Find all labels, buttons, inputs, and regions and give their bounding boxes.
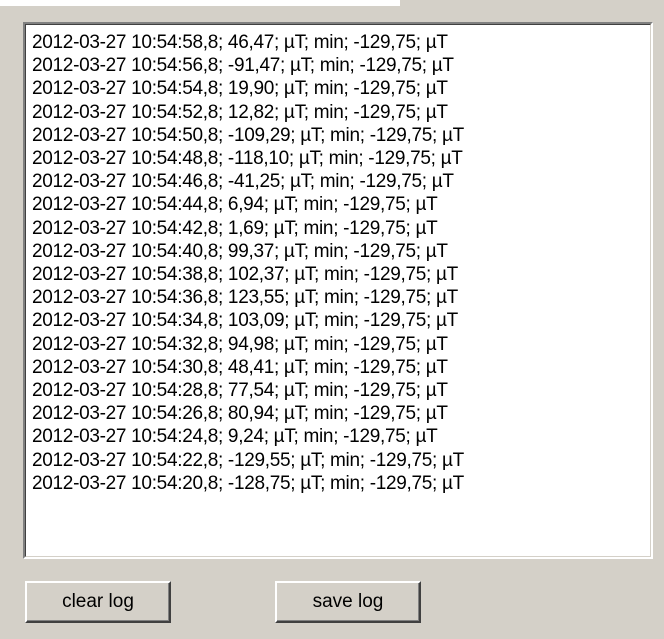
log-line: 2012-03-27 10:54:20,8; -128,75; µT; min;… <box>32 472 464 494</box>
log-line: 2012-03-27 10:54:30,8; 48,41; µT; min; -… <box>32 356 448 378</box>
log-line: 2012-03-27 10:54:38,8; 102,37; µT; min; … <box>32 264 458 286</box>
log-content: 2012-03-27 10:54:58,8; 46,47; µT; min; -… <box>25 24 651 557</box>
log-line: 2012-03-27 10:54:54,8; 19,90; µT; min; -… <box>32 78 448 100</box>
log-line: 2012-03-27 10:54:26,8; 80,94; µT; min; -… <box>32 403 448 425</box>
log-line: 2012-03-27 10:54:48,8; -118,10; µT; min;… <box>32 148 463 170</box>
log-line: 2012-03-27 10:54:24,8; 9,24; µT; min; -1… <box>32 426 438 448</box>
save-log-button[interactable]: save log <box>275 581 421 623</box>
log-line: 2012-03-27 10:54:52,8; 12,82; µT; min; -… <box>32 101 448 123</box>
log-line: 2012-03-27 10:54:50,8; -109,29; µT; min;… <box>32 124 464 146</box>
log-line: 2012-03-27 10:54:56,8; -91,47; µT; min; … <box>32 55 454 77</box>
log-line: 2012-03-27 10:54:28,8; 77,54; µT; min; -… <box>32 380 448 402</box>
log-line: 2012-03-27 10:54:40,8; 99,37; µT; min; -… <box>32 240 448 262</box>
app-window: 2012-03-27 10:54:58,8; 46,47; µT; min; -… <box>0 0 664 639</box>
log-line: 2012-03-27 10:54:36,8; 123,55; µT; min; … <box>32 287 458 309</box>
log-line: 2012-03-27 10:54:46,8; -41,25; µT; min; … <box>32 171 454 193</box>
log-line: 2012-03-27 10:54:58,8; 46,47; µT; min; -… <box>32 32 448 53</box>
log-line: 2012-03-27 10:54:22,8; -129,55; µT; min;… <box>32 449 464 471</box>
log-line: 2012-03-27 10:54:44,8; 6,94; µT; min; -1… <box>32 194 438 216</box>
top-border <box>0 0 664 8</box>
log-line: 2012-03-27 10:54:42,8; 1,69; µT; min; -1… <box>32 217 438 239</box>
log-line: 2012-03-27 10:54:32,8; 94,98; µT; min; -… <box>32 333 448 355</box>
log-list[interactable]: 2012-03-27 10:54:58,8; 46,47; µT; min; -… <box>23 22 653 559</box>
clear-log-button[interactable]: clear log <box>25 581 171 623</box>
tab-edge <box>0 0 400 6</box>
log-line: 2012-03-27 10:54:34,8; 103,09; µT; min; … <box>32 310 458 332</box>
